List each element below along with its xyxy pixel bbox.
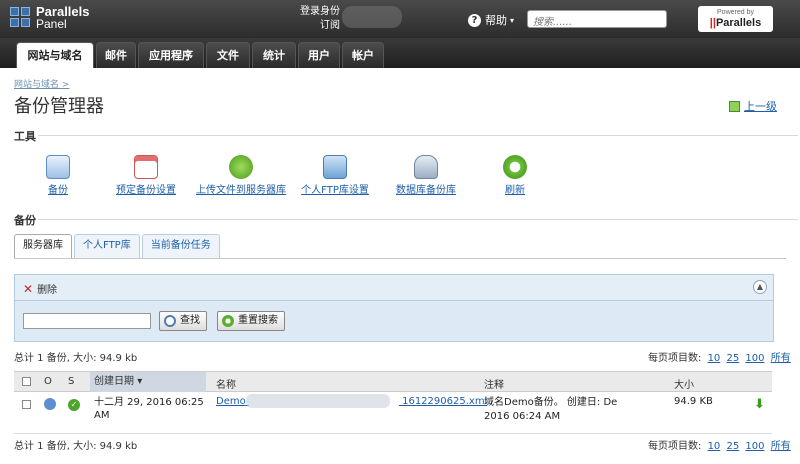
- parallels-logo[interactable]: Parallels Panel: [10, 5, 90, 31]
- col-size[interactable]: 大小: [674, 376, 694, 391]
- col-created-sort[interactable]: 创建日期 ▾: [90, 372, 206, 392]
- redacted-name: [246, 394, 390, 408]
- select-all-checkbox[interactable]: [22, 377, 31, 386]
- tab-websites-domains[interactable]: 网站与域名: [16, 42, 94, 68]
- row-checkbox[interactable]: [22, 400, 31, 409]
- tabs-divider: [14, 258, 786, 259]
- col-s: S: [68, 376, 75, 387]
- table-row[interactable]: ✓ 十二月 29, 2016 06:25 AM Demo 1612290625.…: [14, 392, 772, 434]
- search-button[interactable]: 查找: [159, 311, 207, 331]
- database-icon: [414, 155, 438, 179]
- filter-input[interactable]: [23, 313, 151, 329]
- search-input[interactable]: 搜索......: [527, 10, 667, 28]
- redacted-user: [342, 6, 402, 28]
- breadcrumb[interactable]: 网站与域名 >: [14, 77, 69, 90]
- help-icon: ?: [468, 13, 481, 27]
- backup-table: O S 创建日期 ▾ 名称 注释 大小 ✓ 十二月 29, 2016 06:25…: [14, 371, 772, 434]
- logo-line2: Panel: [36, 17, 67, 31]
- status-ok-icon: ✓: [68, 399, 80, 411]
- up-level-link[interactable]: 上一级: [729, 98, 777, 114]
- per-page-bottom: 每页项目数: 10 25 100 所有: [648, 441, 791, 452]
- list-toolbar-panel: ✕ 删除 ▲ 查找 重置搜索: [14, 274, 774, 342]
- tool-refresh[interactable]: 刷新: [500, 155, 530, 196]
- row-size: 94.9 KB: [674, 396, 713, 407]
- ftp-icon: [323, 155, 347, 179]
- per-page-all-bottom[interactable]: 所有: [771, 441, 791, 452]
- collapse-icon[interactable]: ▲: [753, 280, 767, 294]
- backup-icon: [46, 155, 70, 179]
- delete-button[interactable]: ✕ 删除: [23, 281, 57, 297]
- backup-divider: [38, 219, 798, 220]
- page-title: 备份管理器: [14, 96, 104, 117]
- col-name[interactable]: 名称: [216, 376, 236, 391]
- main-nav: 网站与域名 邮件 应用程序 文件 统计 用户 帐户: [0, 38, 800, 68]
- powered-small: Powered by: [717, 9, 754, 16]
- login-info: 登录身份 订阅: [292, 5, 340, 33]
- tab-server-repository[interactable]: 服务器库: [14, 234, 72, 258]
- schedule-icon: [134, 155, 158, 179]
- upload-icon: [229, 155, 253, 179]
- tab-current-backup-tasks[interactable]: 当前备份任务: [141, 234, 220, 258]
- magnifier-icon: [164, 315, 176, 327]
- user-icon: [44, 398, 56, 410]
- tool-backup[interactable]: 备份: [38, 155, 78, 196]
- per-page-top: 每页项目数: 10 25 100 所有: [648, 353, 791, 364]
- tab-personal-ftp-repository[interactable]: 个人FTP库: [74, 234, 140, 258]
- sort-desc-icon: ▾: [137, 376, 143, 387]
- delete-icon: ✕: [23, 281, 34, 296]
- per-page-25-bottom[interactable]: 25: [726, 441, 739, 452]
- summary-top: 总计 1 备份, 大小: 94.9 kb: [14, 353, 138, 364]
- per-page-25[interactable]: 25: [726, 353, 739, 364]
- powered-by-badge[interactable]: Powered by ||Parallels: [698, 6, 773, 32]
- powered-brand: Parallels: [715, 17, 762, 29]
- download-icon[interactable]: ⬇: [754, 397, 765, 412]
- backup-section-label: 备份: [14, 214, 36, 227]
- tool-upload-to-server[interactable]: 上传文件到服务器库: [192, 155, 290, 196]
- tab-mail[interactable]: 邮件: [96, 42, 136, 68]
- per-page-10[interactable]: 10: [708, 353, 721, 364]
- tool-database-backup[interactable]: 数据库备份库: [394, 155, 458, 196]
- col-comment[interactable]: 注释: [484, 376, 504, 391]
- chevron-down-icon: ▾: [510, 15, 515, 25]
- tab-statistics[interactable]: 统计: [252, 42, 296, 68]
- tab-users[interactable]: 用户: [298, 42, 340, 68]
- reset-icon: [222, 315, 234, 327]
- tool-personal-ftp[interactable]: 个人FTP库设置: [300, 155, 370, 196]
- tool-scheduled-backup[interactable]: 预定备份设置: [114, 155, 178, 196]
- refresh-icon: [503, 155, 527, 179]
- per-page-all[interactable]: 所有: [771, 353, 791, 364]
- up-arrow-icon: [729, 100, 740, 112]
- top-header: Parallels Panel 登录身份 订阅 ? 帮助 ▾ 搜索...... …: [0, 0, 800, 38]
- tab-applications[interactable]: 应用程序: [138, 42, 204, 68]
- logo-icon: [10, 7, 32, 29]
- backup-tabs: 服务器库 个人FTP库 当前备份任务: [14, 234, 222, 258]
- per-page-100-bottom[interactable]: 100: [745, 441, 764, 452]
- summary-bottom: 总计 1 备份, 大小: 94.9 kb: [14, 441, 138, 452]
- tab-account[interactable]: 帐户: [342, 42, 384, 68]
- tools-divider: [38, 135, 798, 136]
- row-created: 十二月 29, 2016 06:25 AM: [94, 397, 204, 421]
- tools-section-label: 工具: [14, 130, 36, 143]
- col-o: O: [44, 376, 52, 387]
- tab-files[interactable]: 文件: [206, 42, 250, 68]
- table-header: O S 创建日期 ▾ 名称 注释 大小: [14, 371, 772, 392]
- help-menu[interactable]: ? 帮助 ▾: [468, 12, 514, 28]
- per-page-10-bottom[interactable]: 10: [708, 441, 721, 452]
- login-label: 登录身份: [300, 6, 340, 17]
- main-content: 网站与域名 > 备份管理器 上一级 工具 备份 预定备份设置 上传文件到服务器库…: [0, 68, 800, 464]
- subscription-label: 订阅: [320, 20, 340, 31]
- help-label: 帮助: [485, 14, 507, 27]
- per-page-100[interactable]: 100: [745, 353, 764, 364]
- reset-search-button[interactable]: 重置搜索: [217, 311, 285, 331]
- row-comment: 域名Demo备份。 创建日: De 2016 06:24 AM: [484, 397, 618, 422]
